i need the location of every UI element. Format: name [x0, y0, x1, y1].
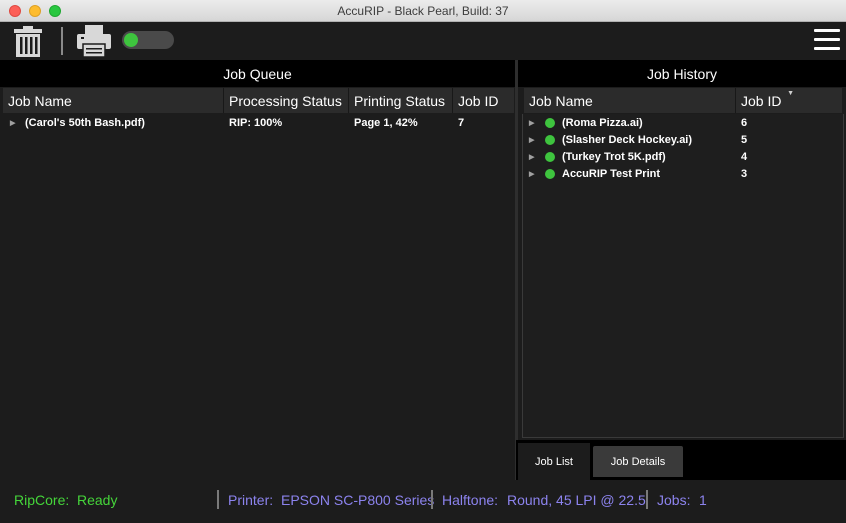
printer-icon[interactable]: [76, 24, 112, 58]
job-queue-header: Job Name Processing Status Printing Stat…: [3, 88, 514, 113]
status-dot-icon: [545, 151, 555, 162]
column-header-job-id-label: Job ID: [741, 92, 782, 109]
status-dot-icon: [545, 117, 555, 128]
status-divider: [431, 490, 433, 509]
column-header-job-name[interactable]: Job Name: [3, 88, 224, 113]
job-name: (Turkey Trot 5K.pdf): [562, 150, 666, 163]
table-row[interactable]: ▶ (Roma Pizza.ai) 6: [523, 114, 843, 131]
toggle-knob: [124, 33, 138, 47]
job-history-header: Job Name Job ID ▼: [524, 88, 842, 113]
status-bar: RipCore: Ready Printer: EPSON SC-P800 Se…: [0, 480, 846, 523]
ripcore-status: Ready: [77, 492, 118, 508]
status-divider: [646, 490, 648, 509]
tab-job-details[interactable]: Job Details: [593, 446, 683, 477]
trash-icon[interactable]: [13, 25, 43, 58]
zoom-window-button[interactable]: [49, 5, 61, 17]
job-id: 7: [458, 116, 465, 129]
halftone-value: Round, 45 LPI @ 22.5: [507, 492, 646, 508]
disclosure-triangle-icon[interactable]: ▶: [529, 119, 534, 127]
minimize-window-button[interactable]: [29, 5, 41, 17]
window-title: AccuRIP - Black Pearl, Build: 37: [337, 3, 509, 18]
disclosure-triangle-icon[interactable]: ▶: [529, 153, 534, 161]
panel-divider[interactable]: [515, 60, 518, 480]
printing-status: Page 1, 42%: [354, 116, 418, 129]
jobs-label: Jobs:: [657, 492, 691, 508]
hamburger-menu-icon[interactable]: [814, 29, 840, 51]
column-header-job-name[interactable]: Job Name: [524, 88, 736, 113]
history-tab-bar: Job List Job Details: [516, 440, 846, 480]
printer-label: Printer:: [228, 492, 274, 508]
ripcore-label: RipCore:: [14, 492, 70, 508]
job-history-list: ▶ (Roma Pizza.ai) 6 ▶ (Slasher Deck Hock…: [522, 114, 844, 438]
jobs-count: 1: [699, 492, 707, 508]
job-history-title: Job History: [518, 60, 846, 87]
printer-name: EPSON SC-P800 Series: [281, 492, 435, 508]
job-id: 3: [741, 167, 748, 180]
sort-descending-icon: ▼: [787, 90, 794, 97]
job-name: (Slasher Deck Hockey.ai): [562, 133, 693, 146]
column-header-processing-status[interactable]: Processing Status: [224, 88, 349, 113]
status-dot-icon: [545, 168, 555, 179]
toolbar: [0, 22, 846, 60]
job-queue-title: Job Queue: [0, 60, 515, 87]
table-row[interactable]: ▶ (Turkey Trot 5K.pdf) 4: [523, 148, 843, 165]
column-header-job-id[interactable]: Job ID: [453, 88, 514, 113]
table-row[interactable]: ▶ (Carol's 50th Bash.pdf) RIP: 100% Page…: [3, 114, 514, 131]
window-controls: [9, 5, 61, 17]
job-name: AccuRIP Test Print: [562, 167, 661, 180]
job-name: (Carol's 50th Bash.pdf): [25, 116, 145, 129]
halftone-label: Halftone:: [442, 492, 499, 508]
toolbar-divider: [61, 27, 63, 55]
title-bar: AccuRIP - Black Pearl, Build: 37: [0, 0, 846, 22]
tab-job-list[interactable]: Job List: [518, 443, 590, 480]
job-name: (Roma Pizza.ai): [562, 116, 643, 129]
disclosure-triangle-icon[interactable]: ▶: [10, 119, 15, 127]
disclosure-triangle-icon[interactable]: ▶: [529, 136, 534, 144]
close-window-button[interactable]: [9, 5, 21, 17]
ripcore-toggle[interactable]: [122, 31, 174, 49]
job-queue-list: ▶ (Carol's 50th Bash.pdf) RIP: 100% Page…: [3, 114, 514, 480]
column-header-printing-status[interactable]: Printing Status: [349, 88, 453, 113]
table-row[interactable]: ▶ (Slasher Deck Hockey.ai) 5: [523, 131, 843, 148]
status-dot-icon: [545, 134, 555, 145]
column-header-job-id[interactable]: Job ID ▼: [736, 88, 842, 113]
job-id: 5: [741, 133, 748, 146]
disclosure-triangle-icon[interactable]: ▶: [529, 170, 534, 178]
job-id: 6: [741, 116, 748, 129]
processing-status: RIP: 100%: [229, 116, 283, 129]
status-divider: [217, 490, 219, 509]
table-row[interactable]: ▶ AccuRIP Test Print 3: [523, 165, 843, 182]
job-id: 4: [741, 150, 748, 163]
